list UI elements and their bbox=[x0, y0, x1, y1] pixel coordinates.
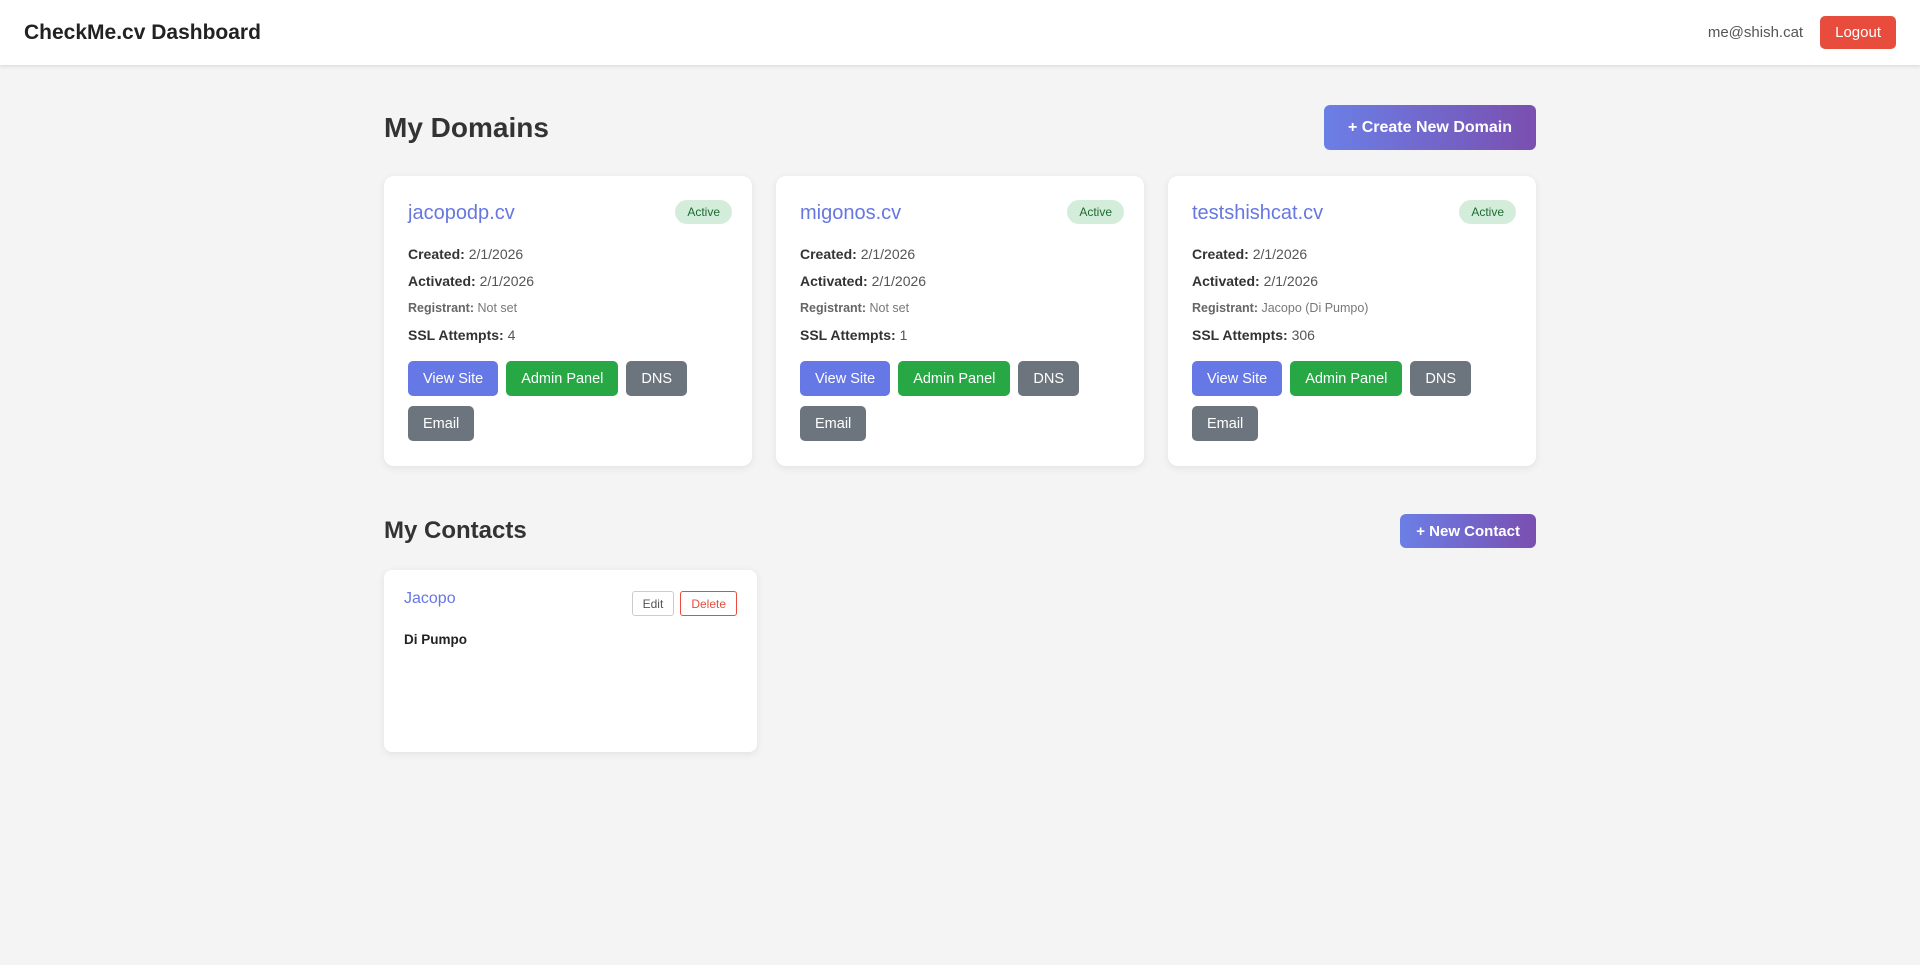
registrant-row: Registrant: Not set bbox=[408, 301, 518, 315]
email-button[interactable]: Email bbox=[800, 406, 867, 441]
contact-actions: Edit Delete bbox=[631, 591, 737, 616]
ssl-attempts-row: SSL Attempts: 306 bbox=[1192, 327, 1315, 343]
domain-name-link[interactable]: migonos.cv bbox=[800, 202, 901, 225]
email-button[interactable]: Email bbox=[1192, 406, 1259, 441]
domain-grid: jacopodp.cv Active Created: 2/1/2026 Act… bbox=[384, 176, 1536, 466]
domain-actions: View Site Admin Panel DNS Email bbox=[408, 361, 698, 443]
dns-button[interactable]: DNS bbox=[626, 361, 688, 396]
email-button[interactable]: Email bbox=[408, 406, 475, 441]
status-badge: Active bbox=[1067, 200, 1124, 224]
ssl-attempts-row: SSL Attempts: 4 bbox=[408, 327, 516, 343]
activated-row: Activated: 2/1/2026 bbox=[800, 273, 927, 289]
registrant-row: Registrant: Jacopo (Di Pumpo) bbox=[1192, 301, 1369, 315]
domain-meta: Created: 2/1/2026 Activated: 2/1/2026 Re… bbox=[1192, 241, 1512, 349]
domain-name-link[interactable]: testshishcat.cv bbox=[1192, 202, 1323, 225]
delete-contact-button[interactable]: Delete bbox=[680, 591, 737, 616]
contacts-section: My Contacts + New Contact Jacopo Edit De… bbox=[384, 514, 1536, 752]
contacts-header: My Contacts + New Contact bbox=[384, 514, 1536, 548]
contacts-title: My Contacts bbox=[384, 517, 527, 544]
create-domain-button[interactable]: + Create New Domain bbox=[1323, 105, 1536, 150]
domains-header: My Domains + Create New Domain bbox=[384, 105, 1536, 150]
user-area: me@shish.cat Logout bbox=[1708, 16, 1896, 49]
top-navbar: CheckMe.cv Dashboard me@shish.cat Logout bbox=[0, 0, 1920, 65]
domain-name-link[interactable]: jacopodp.cv bbox=[408, 202, 515, 225]
contact-first-name: Jacopo bbox=[404, 590, 456, 607]
main-content: My Domains + Create New Domain jacopodp.… bbox=[384, 65, 1536, 752]
contact-grid: Jacopo Edit Delete Di Pumpo bbox=[384, 570, 1536, 752]
view-site-button[interactable]: View Site bbox=[1192, 361, 1283, 396]
status-badge: Active bbox=[1459, 200, 1516, 224]
view-site-button[interactable]: View Site bbox=[408, 361, 499, 396]
created-row: Created: 2/1/2026 bbox=[408, 246, 524, 262]
domain-card: migonos.cv Active Created: 2/1/2026 Acti… bbox=[776, 176, 1144, 466]
contact-last-name: Di Pumpo bbox=[404, 632, 467, 647]
status-badge: Active bbox=[675, 200, 732, 224]
admin-panel-button[interactable]: Admin Panel bbox=[1290, 361, 1403, 396]
activated-row: Activated: 2/1/2026 bbox=[408, 273, 535, 289]
edit-contact-button[interactable]: Edit bbox=[631, 591, 675, 616]
admin-panel-button[interactable]: Admin Panel bbox=[506, 361, 619, 396]
created-row: Created: 2/1/2026 bbox=[1192, 246, 1308, 262]
app-title: CheckMe.cv Dashboard bbox=[24, 20, 261, 44]
logout-button[interactable]: Logout bbox=[1820, 16, 1896, 49]
domain-actions: View Site Admin Panel DNS Email bbox=[1192, 361, 1482, 443]
dns-button[interactable]: DNS bbox=[1410, 361, 1472, 396]
dns-button[interactable]: DNS bbox=[1018, 361, 1080, 396]
user-email: me@shish.cat bbox=[1707, 24, 1804, 41]
domain-meta: Created: 2/1/2026 Activated: 2/1/2026 Re… bbox=[408, 241, 728, 349]
admin-panel-button[interactable]: Admin Panel bbox=[898, 361, 1011, 396]
activated-row: Activated: 2/1/2026 bbox=[1192, 273, 1319, 289]
domains-title: My Domains bbox=[384, 111, 549, 143]
contact-card: Jacopo Edit Delete Di Pumpo bbox=[384, 570, 757, 752]
domain-card: testshishcat.cv Active Created: 2/1/2026… bbox=[1168, 176, 1536, 466]
view-site-button[interactable]: View Site bbox=[800, 361, 891, 396]
ssl-attempts-row: SSL Attempts: 1 bbox=[800, 327, 908, 343]
new-contact-button[interactable]: + New Contact bbox=[1400, 514, 1536, 548]
domain-meta: Created: 2/1/2026 Activated: 2/1/2026 Re… bbox=[800, 241, 1120, 349]
domain-actions: View Site Admin Panel DNS Email bbox=[800, 361, 1090, 443]
created-row: Created: 2/1/2026 bbox=[800, 246, 916, 262]
domain-card: jacopodp.cv Active Created: 2/1/2026 Act… bbox=[384, 176, 752, 466]
registrant-row: Registrant: Not set bbox=[800, 301, 910, 315]
